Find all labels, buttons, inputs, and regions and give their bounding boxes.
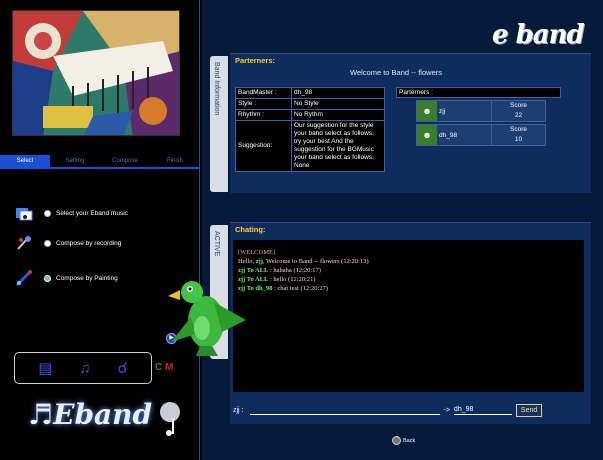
chat-to-word: To <box>245 267 255 274</box>
tab-underline <box>0 167 200 169</box>
option-compose-recording-label: Compose by recording <box>56 239 122 247</box>
music-note-decor-icon <box>160 402 180 436</box>
chat-input-label: zjj : <box>233 406 244 414</box>
bandmaster-label: BandMaster : <box>235 87 292 99</box>
chat-system-tag: [WELCOME] <box>238 249 276 256</box>
music-library-icon <box>12 202 36 224</box>
score-value: 10 <box>514 136 523 143</box>
back-label: Back <box>403 437 416 444</box>
chat-section-title: Chating: <box>235 225 266 234</box>
chat-target-field[interactable] <box>453 405 512 415</box>
chat-arrow: -> <box>443 406 450 414</box>
chat-to-word: To <box>245 285 256 292</box>
chat-to-word: To <box>245 276 255 283</box>
table-row: BandMaster : dh_98 <box>235 87 385 99</box>
chat-log[interactable]: [WELCOME] Hello, zjj, Welcome to Band --… <box>233 240 584 392</box>
frog-avatar-icon: ☻ <box>417 101 437 121</box>
toolbox: ▤ ♫ ☌ <box>14 352 152 384</box>
chat-message: zjj To ALL : hello (12:20:21) <box>238 275 579 284</box>
option-compose-painting-radio[interactable] <box>44 274 51 282</box>
chat-time: (12:20:17) <box>291 267 321 274</box>
option-select-music[interactable]: Select your Eband music <box>12 202 192 224</box>
suggestion-value: Our suggestion for the style your band s… <box>291 120 385 172</box>
welcome-message: Welcome to Band -- flowers <box>350 68 442 77</box>
table-row: Suggestion: Our suggestion for the style… <box>235 120 385 172</box>
cm-letters: C M <box>155 362 173 373</box>
chat-welcome-prefix: Hello, <box>238 258 256 265</box>
partner-score: Score 10 <box>491 125 545 145</box>
option-compose-painting[interactable]: Compose by Painting <box>12 267 192 289</box>
partners-header: Parterners : <box>396 87 561 98</box>
table-row: Style : No Style <box>235 98 385 110</box>
frog-avatar-icon: ☻ <box>417 125 437 145</box>
chat-time: (12:20:13) <box>341 258 369 265</box>
chat-text: : hahaha <box>268 267 292 274</box>
bandmaster-value: dh_98 <box>291 87 385 99</box>
m-letter-button[interactable]: M <box>165 362 173 373</box>
chat-time: (12:20:21) <box>286 276 316 283</box>
option-select-music-radio[interactable] <box>44 209 51 217</box>
tab-select[interactable]: Select <box>0 155 50 167</box>
partner-row[interactable]: ☻ zjj Score 22 <box>416 100 546 122</box>
microphone-icon <box>12 232 36 254</box>
eband-bottom-logo-text: Eband <box>53 398 153 431</box>
painting-artwork-image <box>12 10 180 136</box>
chat-welcome-user: zjj <box>255 258 263 265</box>
option-compose-painting-label: Compose by Painting <box>56 274 118 282</box>
chat-input-row: zjj : -> Send <box>233 398 584 422</box>
table-row: Rhythm : No Rythm <box>235 109 385 121</box>
parrot-mascot-image <box>168 281 246 356</box>
tab-active-label: ACTIVE <box>213 231 220 257</box>
chat-welcome-line: Hello, zjj, Welcome to Band -- flowers (… <box>238 257 579 266</box>
painting-svg <box>13 11 179 135</box>
eband-bottom-logo: ♬Eband <box>28 398 153 431</box>
score-label: Score <box>510 126 527 133</box>
partner-name: dh_98 <box>437 125 491 145</box>
style-label: Style : <box>235 98 292 110</box>
band-info-table: BandMaster : dh_98 Style : No Style Rhyt… <box>235 87 385 172</box>
tab-band-information-label: Band Information <box>213 62 220 116</box>
rhythm-value: No Rythm <box>291 109 385 121</box>
tab-band-information[interactable]: Band Information <box>210 56 228 192</box>
chat-to: ALL <box>254 267 269 274</box>
partner-row[interactable]: ☻ dh_98 Score 10 <box>416 124 546 146</box>
option-compose-recording-radio[interactable] <box>44 239 51 247</box>
mode-tabs: Select Setting Compose Finish <box>0 155 200 167</box>
partners-section-title: Parterners: <box>235 56 276 65</box>
back-circle-icon <box>392 436 401 445</box>
rhythm-label: Rhythm : <box>235 109 292 121</box>
music-note-icon[interactable]: ♫ <box>79 360 90 377</box>
suggestion-label: Suggestion: <box>235 120 292 172</box>
partners-list: Parterners : ☻ zjj Score 22 ☻ dh_98 Scor… <box>396 87 561 146</box>
paintbrush-icon <box>12 267 36 289</box>
tab-compose[interactable]: Compose <box>100 155 150 167</box>
tab-finish[interactable]: Finish <box>150 155 200 167</box>
chat-input[interactable] <box>249 405 440 415</box>
option-select-music-label: Select your Eband music <box>56 209 128 217</box>
chat-welcome-suffix: , Welcome to Band -- flowers <box>262 258 340 265</box>
chat-message: zjj To ALL : hahaha (12:20:17) <box>238 266 579 275</box>
style-value: No Style <box>291 98 385 110</box>
score-label: Score <box>510 102 527 109</box>
search-icon[interactable]: ☌ <box>118 359 128 377</box>
option-compose-recording[interactable]: Compose by recording <box>12 232 192 254</box>
chat-text: : chat test <box>272 285 299 292</box>
chat-text: : hello <box>268 276 287 283</box>
score-value: 22 <box>514 112 523 119</box>
send-button[interactable]: Send <box>515 403 543 417</box>
chat-time: (12:20:27) <box>298 285 328 292</box>
partner-name: zjj <box>437 101 491 121</box>
partner-score: Score 22 <box>491 101 545 121</box>
tab-setting[interactable]: Setting <box>50 155 100 167</box>
c-letter-button[interactable]: C <box>155 362 162 373</box>
chat-to: dh_98 <box>255 285 273 292</box>
back-button[interactable]: Back <box>392 436 415 445</box>
chat-system-line: [WELCOME] <box>238 248 579 257</box>
chat-to: ALL <box>254 276 269 283</box>
chat-message: zjj To dh_98 : chat test (12:20:27) <box>238 284 579 293</box>
eband-logo: e band <box>492 20 585 50</box>
document-icon[interactable]: ▤ <box>38 359 52 377</box>
